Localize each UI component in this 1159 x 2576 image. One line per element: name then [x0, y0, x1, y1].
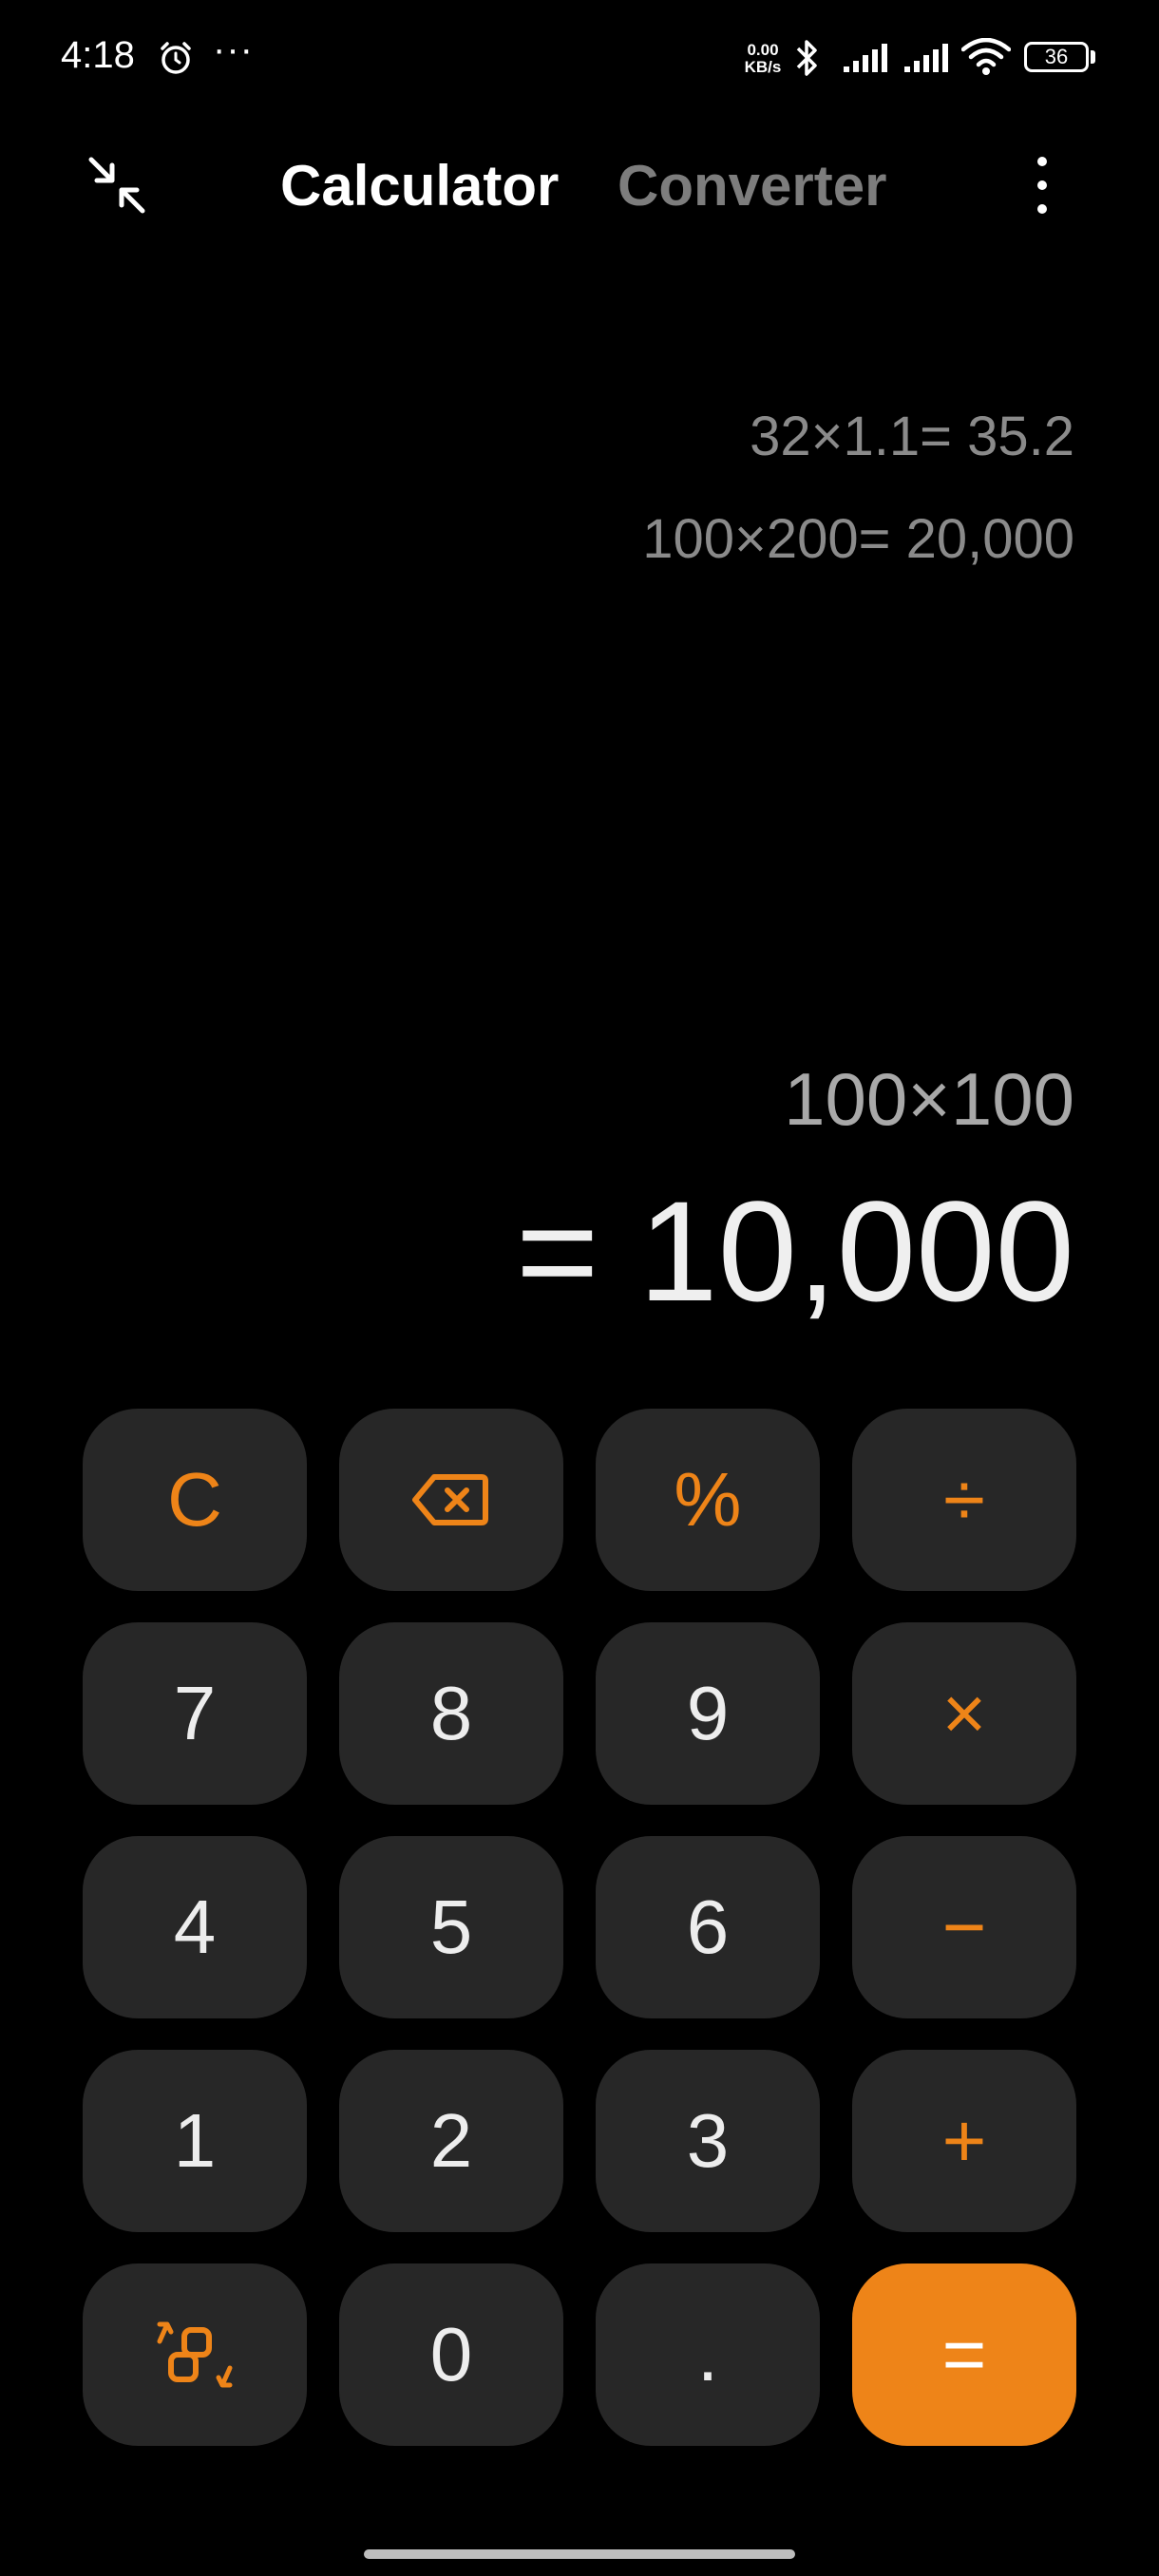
digit-1-button[interactable]: 1: [83, 2050, 307, 2232]
network-speed-value: 0.00: [747, 41, 779, 59]
status-bar: 4:18 ··· 0.00 KB/s 36: [0, 0, 1159, 114]
digit-6-button[interactable]: 6: [596, 1836, 820, 2018]
divide-button[interactable]: ÷: [852, 1409, 1076, 1591]
digit-4-button[interactable]: 4: [83, 1836, 307, 2018]
battery-level: 36: [1044, 45, 1069, 68]
digit-0-label: 0: [429, 2312, 473, 2396]
clear-label: C: [167, 1457, 222, 1542]
network-speed: 0.00 KB/s: [739, 42, 787, 76]
backspace-button[interactable]: [339, 1409, 563, 1591]
backspace-icon: [412, 1474, 488, 1525]
divide-label: ÷: [943, 1457, 985, 1542]
digit-5-button[interactable]: 5: [339, 1836, 563, 2018]
plus-label: +: [941, 2098, 987, 2183]
battery-tip: [1091, 50, 1095, 64]
plus-button[interactable]: +: [852, 2050, 1076, 2232]
digit-3-button[interactable]: 3: [596, 2050, 820, 2232]
percent-button[interactable]: %: [596, 1409, 820, 1591]
digit-4-label: 4: [173, 1885, 217, 1969]
minus-label: −: [941, 1885, 987, 1969]
digit-8-button[interactable]: 8: [339, 1622, 563, 1805]
network-speed-unit: KB/s: [744, 58, 782, 76]
digit-9-button[interactable]: 9: [596, 1622, 820, 1805]
battery-icon: 36: [1024, 42, 1089, 72]
tab-calculator[interactable]: Calculator: [280, 148, 559, 224]
status-time: 4:18: [61, 34, 135, 76]
switch-mode-button[interactable]: [83, 2263, 307, 2446]
digit-9-label: 9: [686, 1671, 730, 1755]
keypad: C % ÷ 7 8 9 × 4 5 6 − 1 2 3 + 0 . =: [83, 1409, 1076, 2446]
minus-button[interactable]: −: [852, 1836, 1076, 2018]
bluetooth-icon: [796, 40, 817, 76]
digit-1-label: 1: [173, 2098, 217, 2183]
equals-button[interactable]: =: [852, 2263, 1076, 2446]
digit-7-label: 7: [173, 1671, 217, 1755]
tab-converter[interactable]: Converter: [618, 148, 886, 224]
digit-5-label: 5: [429, 1885, 473, 1969]
decimal-button[interactable]: .: [596, 2263, 820, 2446]
equals-label: =: [941, 2312, 987, 2396]
result-display: = 10,000: [515, 1171, 1074, 1331]
digit-2-label: 2: [429, 2098, 473, 2183]
digit-2-button[interactable]: 2: [339, 2050, 563, 2232]
history-item[interactable]: 100×200= 20,000: [642, 511, 1074, 568]
collapse-arrows-icon[interactable]: [84, 152, 150, 218]
multiply-button[interactable]: ×: [852, 1622, 1076, 1805]
home-indicator[interactable]: [364, 2549, 795, 2559]
status-more-icon: ···: [213, 28, 254, 70]
multiply-label: ×: [941, 1671, 987, 1755]
decimal-label: .: [696, 2312, 719, 2396]
more-vertical-icon[interactable]: [1018, 152, 1066, 218]
digit-7-button[interactable]: 7: [83, 1622, 307, 1805]
signal-icon: [844, 44, 887, 72]
history-list: 32×1.1= 35.2 100×200= 20,000: [642, 408, 1074, 614]
digit-3-label: 3: [686, 2098, 730, 2183]
alarm-icon: [161, 42, 191, 74]
digit-6-label: 6: [686, 1885, 730, 1969]
signal-icon: [904, 44, 948, 72]
wifi-icon: [961, 38, 1011, 75]
switch-mode-icon: [157, 2321, 233, 2388]
digit-8-label: 8: [429, 1671, 473, 1755]
history-item[interactable]: 32×1.1= 35.2: [642, 408, 1074, 465]
digit-0-button[interactable]: 0: [339, 2263, 563, 2446]
clear-button[interactable]: C: [83, 1409, 307, 1591]
percent-label: %: [674, 1457, 742, 1542]
current-expression: 100×100: [784, 1057, 1074, 1141]
